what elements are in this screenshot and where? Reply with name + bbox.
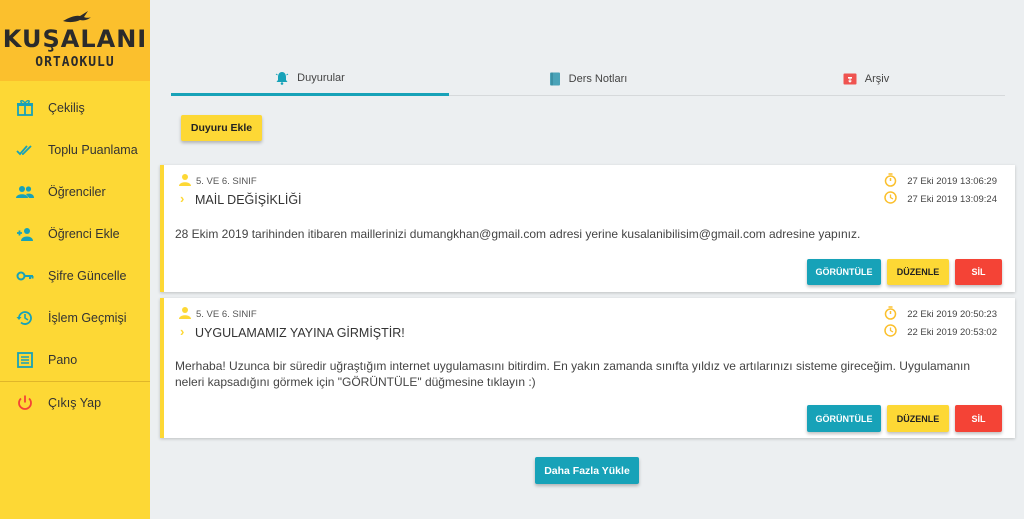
school-logo[interactable]: KUŞALANI ORTAOKULU bbox=[0, 0, 150, 81]
tab-label: Duyurular bbox=[297, 71, 345, 84]
list-icon bbox=[17, 352, 33, 368]
announcement-title: UYGULAMAMIZ YAYINA GİRMİŞTİR! bbox=[195, 326, 405, 340]
archive-icon bbox=[843, 73, 857, 85]
sidebar-item-ogrenci-ekle[interactable]: Öğrenci Ekle bbox=[0, 213, 150, 255]
sidebar-item-label: Çekiliş bbox=[48, 101, 85, 115]
person-icon bbox=[179, 307, 191, 319]
edit-button[interactable]: DÜZENLE bbox=[887, 405, 949, 432]
created-date: 27 Eki 2019 13:06:29 bbox=[907, 176, 997, 187]
double-check-icon bbox=[16, 145, 32, 156]
sidebar-item-label: İşlem Geçmişi bbox=[48, 311, 127, 325]
power-icon bbox=[18, 395, 32, 410]
tab-ders-notlari[interactable]: Ders Notları bbox=[449, 62, 727, 96]
created-date: 22 Eki 2019 20:50:23 bbox=[907, 309, 997, 320]
view-button[interactable]: GÖRÜNTÜLE bbox=[807, 405, 881, 432]
announcement-body: Merhaba! Uzunca bir süredir uğraştığım i… bbox=[175, 359, 971, 389]
history-icon bbox=[16, 311, 32, 325]
sidebar-item-toplu-puanlama[interactable]: Toplu Puanlama bbox=[0, 129, 150, 171]
edit-button[interactable]: DÜZENLE bbox=[887, 259, 949, 285]
announcement-title: MAİL DEĞİŞİKLİĞİ bbox=[195, 193, 302, 207]
timer-icon bbox=[884, 173, 897, 187]
chevron-right-icon: › bbox=[180, 191, 185, 206]
person-icon bbox=[179, 174, 191, 186]
book-icon bbox=[549, 72, 560, 86]
sidebar-item-label: Toplu Puanlama bbox=[48, 143, 138, 157]
sidebar-item-label: Çıkış Yap bbox=[48, 396, 102, 410]
announcement-card: 5. VE 6. SINIF › UYGULAMAMIZ YAYINA GİRM… bbox=[160, 298, 1015, 438]
add-announcement-button[interactable]: Duyuru Ekle bbox=[181, 115, 262, 141]
clock-icon bbox=[884, 324, 897, 337]
sidebar-item-cekilis[interactable]: Çekiliş bbox=[0, 87, 150, 129]
updated-date: 22 Eki 2019 20:53:02 bbox=[907, 327, 997, 338]
tab-duyurular[interactable]: Duyurular bbox=[171, 62, 449, 96]
brand-subtitle: ORTAOKULU bbox=[35, 55, 115, 70]
announcement-body: 28 Ekim 2019 tarihinden itibaren mailler… bbox=[175, 227, 861, 241]
sidebar-item-label: Şifre Güncelle bbox=[48, 269, 127, 283]
tab-bar: Duyurular Ders Notları Arşiv bbox=[171, 62, 1005, 96]
clock-icon bbox=[884, 191, 897, 204]
person-add-icon bbox=[17, 228, 33, 241]
tab-arsiv[interactable]: Arşiv bbox=[727, 62, 1005, 96]
brand-name: KUŞALANI bbox=[2, 25, 148, 53]
chevron-right-icon: › bbox=[180, 324, 185, 339]
group-icon bbox=[16, 186, 34, 198]
delete-button[interactable]: SİL bbox=[955, 259, 1002, 285]
load-more-button[interactable]: Daha Fazla Yükle bbox=[535, 457, 639, 484]
sidebar-item-cikis-yap[interactable]: Çıkış Yap bbox=[0, 382, 150, 424]
announcement-card: 5. VE 6. SINIF › MAİL DEĞİŞİKLİĞİ 27 Eki… bbox=[160, 165, 1015, 292]
sidebar-item-label: Öğrenciler bbox=[48, 185, 106, 199]
delete-button[interactable]: SİL bbox=[955, 405, 1002, 432]
updated-date: 27 Eki 2019 13:09:24 bbox=[907, 194, 997, 205]
sidebar-item-ogrenciler[interactable]: Öğrenciler bbox=[0, 171, 150, 213]
sidebar-item-sifre-guncelle[interactable]: Şifre Güncelle bbox=[0, 255, 150, 297]
sidebar-item-label: Pano bbox=[48, 353, 78, 367]
gift-icon bbox=[17, 100, 33, 116]
bell-icon bbox=[275, 71, 289, 85]
key-icon bbox=[16, 271, 34, 281]
audience-label: 5. VE 6. SINIF bbox=[196, 309, 257, 320]
tab-label: Arşiv bbox=[864, 73, 890, 85]
tab-label: Ders Notları bbox=[568, 73, 628, 85]
sidebar-item-islem-gecmisi[interactable]: İşlem Geçmişi bbox=[0, 297, 150, 339]
timer-icon bbox=[884, 306, 897, 320]
sidebar: KUŞALANI ORTAOKULU Çekiliş Toplu Puanlam… bbox=[0, 0, 150, 519]
sidebar-item-label: Öğrenci Ekle bbox=[48, 227, 120, 241]
audience-label: 5. VE 6. SINIF bbox=[196, 176, 257, 187]
view-button[interactable]: GÖRÜNTÜLE bbox=[807, 259, 881, 285]
sidebar-item-pano[interactable]: Pano bbox=[0, 339, 150, 381]
